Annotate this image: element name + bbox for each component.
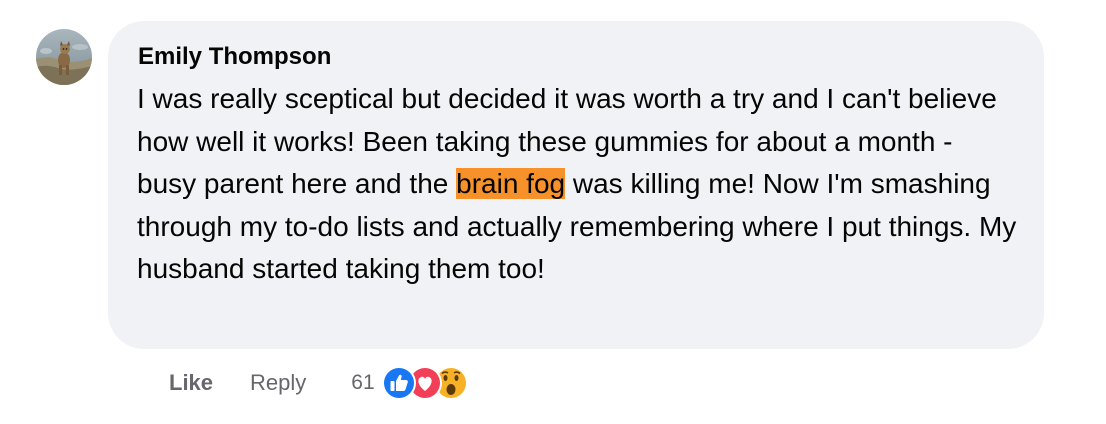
dog-photo-icon	[36, 29, 92, 85]
author-name[interactable]: Emily Thompson	[138, 43, 331, 71]
like-button[interactable]: Like	[169, 370, 213, 396]
like-reaction-icon	[381, 366, 416, 400]
comment: Emily Thompson I was really sceptical bu…	[0, 0, 1106, 424]
reaction-count: 61	[351, 371, 375, 394]
comment-bubble: Emily Thompson I was really sceptical bu…	[108, 21, 1044, 349]
reply-button[interactable]: Reply	[250, 370, 306, 396]
reactions-summary[interactable]: 61	[351, 365, 470, 401]
comment-text: I was really sceptical but decided it wa…	[137, 78, 1017, 291]
avatar[interactable]	[36, 29, 92, 85]
reaction-icons	[381, 365, 471, 401]
comment-actions: Like Reply 61	[169, 366, 471, 400]
highlighted-text: brain fog	[456, 168, 566, 199]
